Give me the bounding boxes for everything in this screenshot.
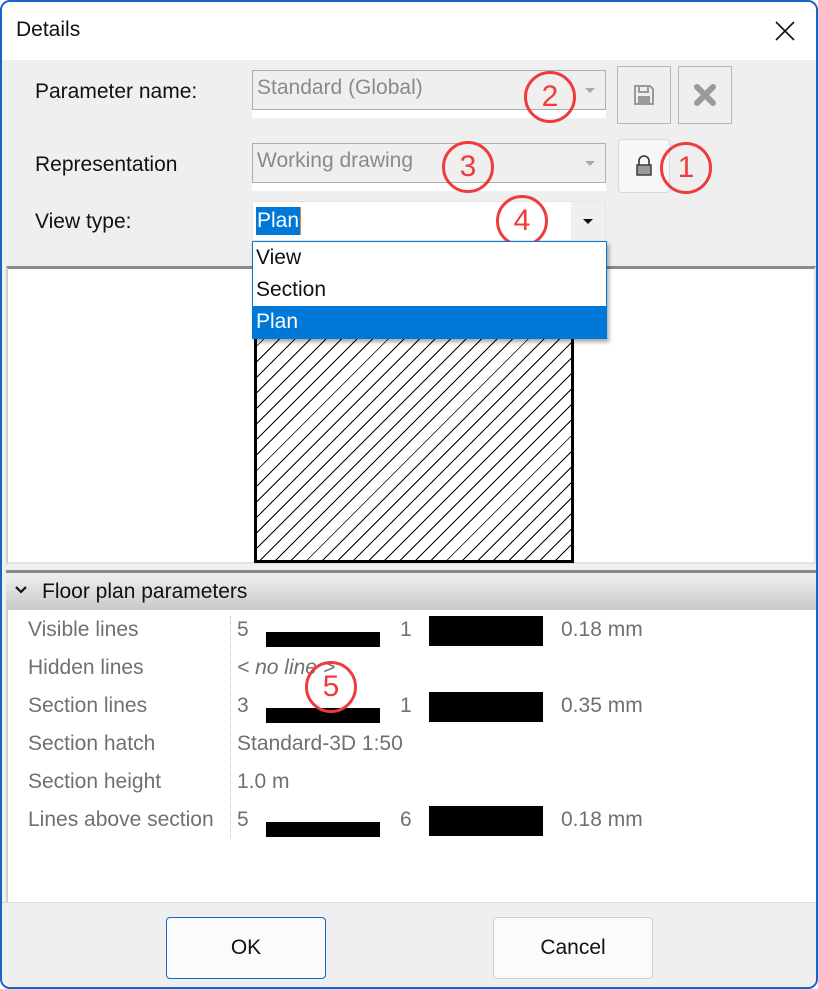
property-value: Standard-3D 1:50 bbox=[237, 732, 403, 755]
property-row[interactable]: Section hatch Standard-3D 1:50 bbox=[8, 726, 816, 764]
property-name: Section lines bbox=[28, 694, 148, 717]
ok-button[interactable]: OK bbox=[166, 917, 326, 979]
property-name: Section hatch bbox=[28, 732, 156, 755]
color-swatch bbox=[429, 806, 543, 836]
floppy-disk-icon bbox=[634, 85, 654, 105]
hatch-preview bbox=[254, 335, 574, 563]
dropdown-arrow-icon bbox=[585, 88, 595, 93]
floor-plan-parameters-header[interactable]: Floor plan parameters bbox=[6, 570, 816, 610]
annotation-marker-5: 5 bbox=[305, 661, 357, 713]
dropdown-option-view[interactable]: View bbox=[253, 242, 606, 274]
combo-underline bbox=[252, 183, 606, 191]
annotation-marker-3: 3 bbox=[442, 141, 494, 193]
group-title: Floor plan parameters bbox=[42, 580, 248, 603]
view-type-combo[interactable]: Plan bbox=[252, 201, 606, 241]
representation-value: Working drawing bbox=[257, 149, 414, 172]
x-icon bbox=[694, 84, 716, 106]
parameter-name-value: Standard (Global) bbox=[257, 76, 423, 99]
pen-number: 5 bbox=[237, 808, 249, 831]
details-dialog: Details Parameter name: Standard (Global… bbox=[0, 0, 818, 989]
view-type-dropdown-list: View Section Plan bbox=[252, 241, 607, 339]
pen-number: 3 bbox=[237, 694, 249, 717]
color-swatch bbox=[429, 692, 543, 722]
property-name: Lines above section bbox=[28, 808, 214, 831]
annotation-marker-2: 2 bbox=[524, 71, 576, 123]
property-name: Visible lines bbox=[28, 618, 139, 641]
chevron-down-icon bbox=[583, 218, 593, 224]
property-row[interactable]: Visible lines 5 1 0.18 mm bbox=[8, 612, 816, 650]
annotation-marker-4: 4 bbox=[496, 195, 548, 247]
chevron-down-icon bbox=[15, 586, 27, 594]
line-thickness: 0.18 mm bbox=[561, 808, 643, 831]
view-type-label: View type: bbox=[35, 210, 132, 233]
line-thickness: 0.35 mm bbox=[561, 694, 643, 717]
dropdown-arrow-icon bbox=[585, 161, 595, 166]
dialog-title: Details bbox=[16, 18, 81, 41]
color-number: 6 bbox=[400, 808, 412, 831]
properties-grid: Visible lines 5 1 0.18 mm Hidden lines <… bbox=[6, 610, 816, 902]
parameter-name-label: Parameter name: bbox=[35, 80, 198, 103]
pen-line-sample bbox=[266, 632, 380, 647]
property-name: Section height bbox=[28, 770, 162, 793]
view-type-value[interactable]: Plan bbox=[256, 207, 302, 235]
title-bar: Details bbox=[2, 2, 816, 60]
padlock-icon bbox=[636, 155, 652, 176]
representation-label: Representation bbox=[35, 153, 178, 176]
dropdown-option-plan[interactable]: Plan bbox=[253, 306, 606, 338]
property-value: 1.0 m bbox=[237, 770, 290, 793]
pen-number: 5 bbox=[237, 618, 249, 641]
dialog-footer: OK Cancel bbox=[2, 902, 816, 987]
dropdown-option-section[interactable]: Section bbox=[253, 274, 606, 306]
color-swatch bbox=[429, 616, 543, 646]
view-type-dropdown-button[interactable] bbox=[571, 202, 605, 240]
property-row[interactable]: Section height 1.0 m bbox=[8, 764, 816, 802]
representation-combo[interactable]: Working drawing bbox=[252, 143, 606, 183]
property-row[interactable]: Lines above section 5 6 0.18 mm bbox=[8, 802, 816, 840]
annotation-marker-1: 1 bbox=[660, 142, 712, 194]
close-icon bbox=[775, 21, 795, 41]
property-row[interactable]: Section lines 3 1 0.35 mm bbox=[8, 688, 816, 726]
color-number: 1 bbox=[400, 694, 412, 717]
property-name: Hidden lines bbox=[28, 656, 144, 679]
cancel-button[interactable]: Cancel bbox=[493, 917, 653, 979]
close-button[interactable] bbox=[764, 10, 806, 52]
property-row[interactable]: Hidden lines < no line > bbox=[8, 650, 816, 688]
line-thickness: 0.18 mm bbox=[561, 618, 643, 641]
save-parameter-button[interactable] bbox=[617, 66, 671, 124]
pen-line-sample bbox=[266, 822, 380, 837]
color-number: 1 bbox=[400, 618, 412, 641]
delete-parameter-button[interactable] bbox=[678, 66, 732, 124]
